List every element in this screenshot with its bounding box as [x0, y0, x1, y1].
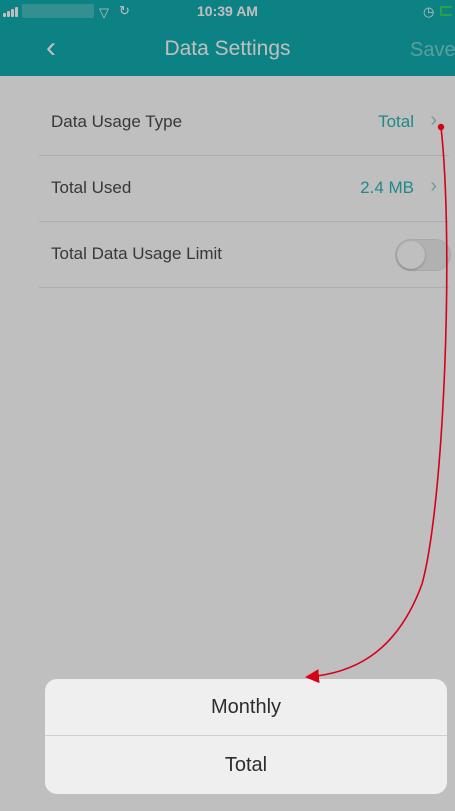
total-option[interactable]: Total	[45, 737, 447, 794]
phone-screen: ▽ ↻ 10:39 AM ◷ ‹ Data Settings Save Data…	[0, 0, 455, 811]
action-sheet: Monthly Total	[45, 679, 447, 794]
monthly-option[interactable]: Monthly	[45, 679, 447, 736]
